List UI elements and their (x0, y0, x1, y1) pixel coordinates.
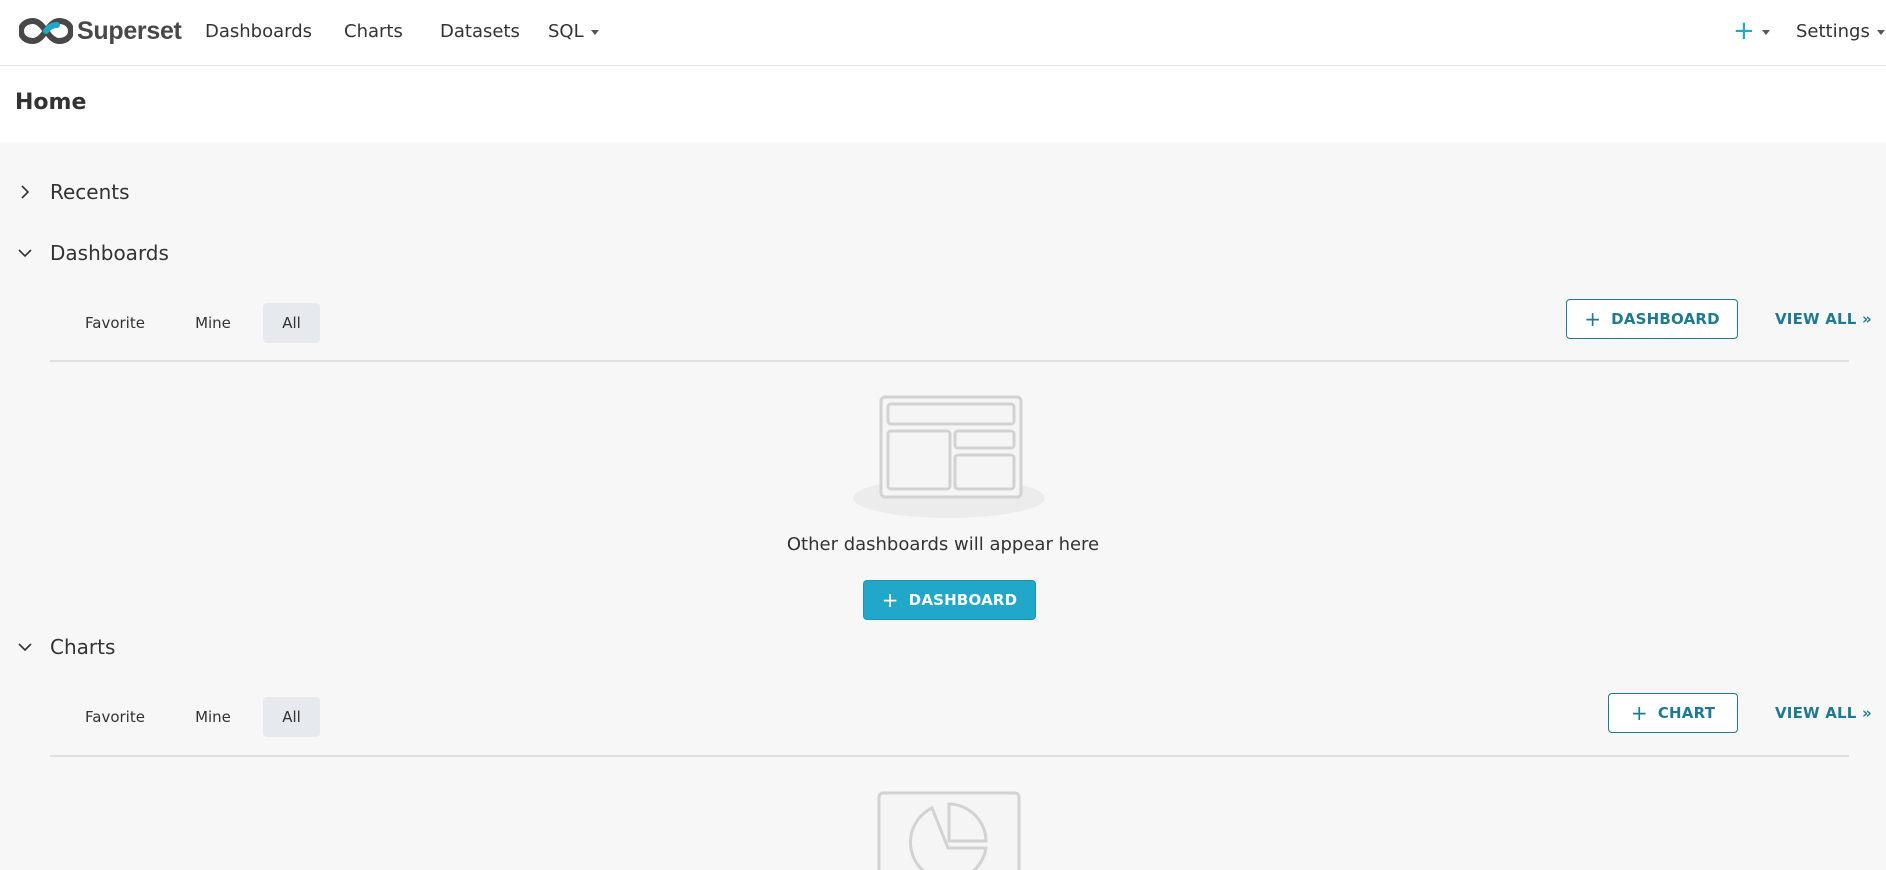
chevron-down-icon (1876, 29, 1885, 35)
dashboards-tab-all[interactable]: All (263, 303, 320, 343)
settings-label: Settings (1796, 20, 1870, 42)
nav-dashboards[interactable]: Dashboards (205, 0, 312, 62)
create-dashboard-button[interactable]: + DASHBOARD (863, 580, 1036, 620)
dashboards-divider (50, 360, 1849, 362)
brand-logo[interactable]: Superset (19, 13, 182, 49)
chevron-down-icon (18, 640, 32, 654)
section-dashboards-title: Dashboards (50, 241, 169, 265)
add-dashboard-button[interactable]: + DASHBOARD (1566, 299, 1738, 339)
empty-dashboard-icon (853, 395, 1045, 518)
tab-label: All (282, 708, 301, 726)
chevron-down-icon (18, 246, 32, 260)
section-recents-header[interactable]: Recents (18, 177, 130, 207)
dashboards-tab-favorite[interactable]: Favorite (70, 303, 160, 343)
nav-sql-label: SQL (548, 20, 584, 42)
tab-label: All (282, 314, 301, 332)
add-chart-button[interactable]: + CHART (1608, 693, 1738, 733)
section-dashboards-header[interactable]: Dashboards (18, 238, 169, 268)
section-charts-header[interactable]: Charts (18, 632, 115, 662)
page-title: Home (15, 90, 87, 115)
nav-datasets[interactable]: Datasets (440, 0, 520, 62)
plus-icon: + (1733, 16, 1755, 46)
nav-charts-label: Charts (344, 20, 403, 42)
charts-tab-all[interactable]: All (263, 697, 320, 737)
empty-chart-icon (877, 791, 1021, 870)
add-chart-label: CHART (1657, 704, 1716, 722)
nav-sql-dropdown[interactable]: SQL (548, 0, 599, 62)
plus-icon: + (881, 588, 899, 612)
plus-icon: + (1584, 307, 1602, 331)
dashboards-view-all-link[interactable]: VIEW ALL » (1775, 299, 1872, 339)
charts-tab-favorite[interactable]: Favorite (70, 697, 160, 737)
superset-logo-icon (19, 17, 73, 45)
charts-tab-mine[interactable]: Mine (180, 697, 246, 737)
page-header: Home (0, 66, 1886, 142)
view-all-label: VIEW ALL » (1775, 704, 1872, 722)
chevron-down-icon (590, 29, 599, 35)
section-recents-title: Recents (50, 180, 130, 204)
nav-charts[interactable]: Charts (344, 0, 403, 62)
chevron-right-icon (18, 185, 32, 199)
create-dashboard-label: DASHBOARD (908, 591, 1018, 609)
tab-label: Mine (195, 708, 231, 726)
nav-dashboards-label: Dashboards (205, 20, 313, 42)
plus-icon: + (1630, 701, 1648, 725)
dashboards-empty-text: Other dashboards will appear here (786, 534, 1100, 555)
tab-label: Mine (195, 314, 231, 332)
brand-name: Superset (77, 16, 182, 45)
charts-divider (50, 755, 1849, 757)
tab-label: Favorite (85, 708, 145, 726)
tab-label: Favorite (85, 314, 145, 332)
charts-view-all-link[interactable]: VIEW ALL » (1775, 693, 1872, 733)
nav-datasets-label: Datasets (440, 20, 520, 42)
add-dashboard-label: DASHBOARD (1611, 310, 1720, 328)
new-item-dropdown[interactable]: + (1733, 0, 1770, 62)
section-charts-title: Charts (50, 635, 116, 659)
top-navbar: Superset Dashboards Charts Datasets SQL … (0, 0, 1886, 66)
view-all-label: VIEW ALL » (1775, 310, 1872, 328)
dashboards-tab-mine[interactable]: Mine (180, 303, 246, 343)
settings-dropdown[interactable]: Settings (1796, 0, 1885, 62)
chevron-down-icon (1761, 29, 1770, 35)
